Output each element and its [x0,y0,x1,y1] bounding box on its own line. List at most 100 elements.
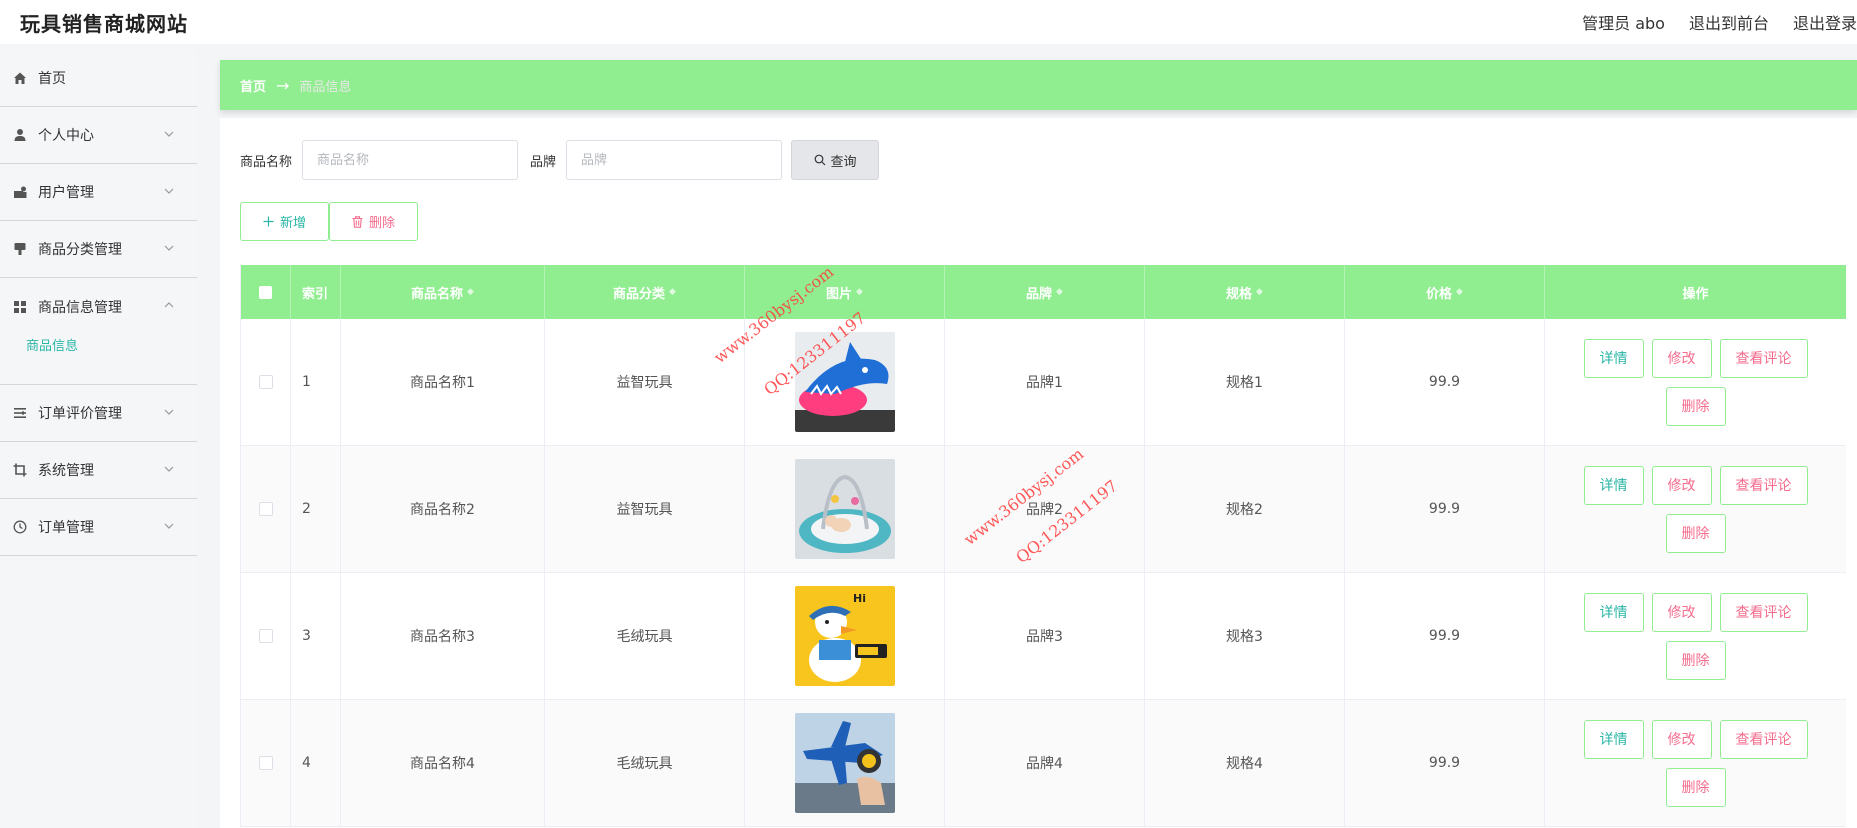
column-header-name[interactable]: 商品名称 ◆ [341,265,545,319]
table-row: 1 商品名称1 益智玩具 品牌1 规格1 99.9 详情 修改 查看评论 删除 [241,319,1846,446]
breadcrumb-home[interactable]: 首页 [240,76,266,95]
detail-button[interactable]: 详情 [1583,465,1644,505]
svg-text:Hi: Hi [853,592,866,605]
row-checkbox[interactable] [258,629,273,643]
query-button-label: 查询 [830,154,857,170]
row-checkbox[interactable] [258,375,273,389]
batch-delete-button-label: 删除 [368,216,395,231]
delete-button[interactable]: 删除 [1665,640,1726,680]
chevron-down-icon [164,131,174,137]
sidebar-item-user-management[interactable]: 用户管理 [0,164,197,221]
delete-button[interactable]: 删除 [1665,513,1726,553]
sort-icon: ◆ [467,286,474,297]
name-search-input[interactable] [302,140,519,180]
product-image-baby-gym-mat[interactable] [794,459,895,559]
sort-icon: ◆ [1456,286,1463,297]
top-bar: 玩具销售商城网站 管理员 abo 退出到前台 退出登录 [0,0,1857,44]
delete-button[interactable]: 删除 [1665,386,1726,426]
submenu-product: 商品信息 [0,335,197,385]
column-header-label: 品牌 [1026,286,1053,302]
actions-cell: 详情 修改 查看评论 删除 [1545,446,1846,572]
select-all-checkbox[interactable] [259,285,272,299]
chevron-up-icon [164,302,174,308]
add-button-label: 新增 [279,216,306,231]
edit-button[interactable]: 修改 [1651,719,1712,759]
detail-button[interactable]: 详情 [1583,338,1644,378]
row-check-cell [241,319,291,445]
breadcrumb-separator: → [276,75,290,95]
sidebar-item-label: 用户管理 [38,185,94,201]
sort-icon: ◆ [1256,286,1263,297]
price-cell: 99.9 [1345,319,1545,445]
batch-delete-button[interactable]: 删除 [329,202,418,241]
index-cell: 2 [291,446,341,572]
sidebar-item-label: 首页 [38,71,66,87]
view-reviews-button[interactable]: 查看评论 [1719,592,1808,632]
home-icon [12,70,28,86]
main-content: 商品名称 品牌 查询 新增 删除 索引 商品名称◆ 商品分类◆ 图片◆ 品牌◆ … [220,118,1857,828]
column-header-price[interactable]: 价格 ◆ [1345,265,1545,319]
edit-button[interactable]: 修改 [1651,465,1712,505]
brand-cell: 品牌2 [945,446,1145,572]
sidebar-item-product-management[interactable]: 商品信息管理 [0,278,197,335]
edit-button[interactable]: 修改 [1651,338,1712,378]
user-icon [12,127,28,143]
index-cell: 1 [291,319,341,445]
detail-button[interactable]: 详情 [1583,592,1644,632]
column-header-brand[interactable]: 品牌 ◆ [945,265,1145,319]
column-header-label: 商品名称 [411,286,464,302]
admin-label: 管理员 abo [1582,14,1665,33]
actions-cell: 详情 修改 查看评论 删除 [1545,319,1846,445]
product-image-plush-duck[interactable]: Hi [794,586,895,686]
spec-cell: 规格4 [1145,700,1345,826]
sidebar-item-category-management[interactable]: 商品分类管理 [0,221,197,278]
sidebar-item-order-management[interactable]: 订单管理 [0,499,197,556]
product-image-shark-toy[interactable] [794,332,895,432]
back-to-front-link[interactable]: 退出到前台 [1689,10,1769,34]
site-title: 玩具销售商城网站 [20,12,188,36]
index-cell: 4 [291,700,341,826]
select-all-cell [241,265,291,319]
sidebar-item-label: 个人中心 [38,128,94,144]
list-icon [12,405,28,421]
index-cell: 3 [291,573,341,699]
sidebar-item-label: 系统管理 [38,463,94,479]
brand-search-label: 品牌 [530,154,557,170]
sidebar-item-label: 商品信息管理 [38,299,122,316]
column-header-spec[interactable]: 规格 ◆ [1145,265,1345,319]
sidebar-item-review-management[interactable]: 订单评价管理 [0,385,197,442]
brand-search-input[interactable] [566,140,783,180]
add-button[interactable]: 新增 [240,202,329,241]
column-header-actions: 操作 [1545,265,1846,319]
view-reviews-button[interactable]: 查看评论 [1719,338,1808,378]
sidebar-item-home[interactable]: 首页 [0,50,197,107]
chevron-down-icon [164,245,174,251]
spec-cell: 规格3 [1145,573,1345,699]
column-header-label: 图片 [826,286,853,302]
row-checkbox[interactable] [258,756,273,770]
column-header-category[interactable]: 商品分类 ◆ [545,265,745,319]
query-button[interactable]: 查询 [791,140,880,180]
edit-button[interactable]: 修改 [1651,592,1712,632]
column-header-label: 规格 [1226,286,1253,302]
product-image-toy-airplane[interactable] [794,713,895,813]
view-reviews-button[interactable]: 查看评论 [1719,465,1808,505]
detail-button[interactable]: 详情 [1583,719,1644,759]
column-header-label: 商品分类 [613,286,666,302]
delete-button[interactable]: 删除 [1665,767,1726,807]
logout-link[interactable]: 退出登录 [1793,10,1857,34]
spec-cell: 规格1 [1145,319,1345,445]
sidebar-item-personal-center[interactable]: 个人中心 [0,107,197,164]
product-table: 索引 商品名称 ◆ 商品分类 ◆ 图片 ◆ 品牌 ◆ 规格 ◆ 价格 ◆ 操作 1 商品名称… [240,265,1846,827]
price-cell: 99.9 [1345,700,1545,826]
search-bar: 商品名称 品牌 查询 [240,140,880,180]
row-check-cell [241,700,291,826]
sidebar-item-system-management[interactable]: 系统管理 [0,442,197,499]
sidebar-subitem-product-info[interactable]: 商品信息 [26,335,78,354]
sort-icon: ◆ [856,286,863,297]
trash-icon [352,215,363,228]
price-cell: 99.9 [1345,446,1545,572]
column-header-image[interactable]: 图片 ◆ [745,265,945,319]
view-reviews-button[interactable]: 查看评论 [1719,719,1808,759]
row-checkbox[interactable] [258,502,273,516]
